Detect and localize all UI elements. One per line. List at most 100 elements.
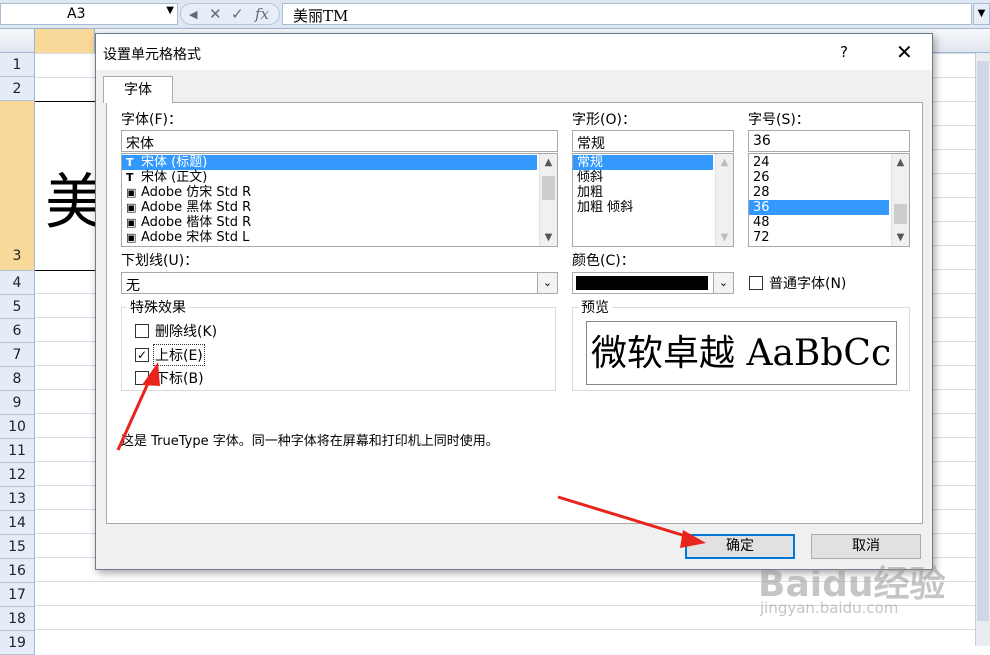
list-item[interactable]: 常规 — [573, 155, 713, 170]
cancel-icon[interactable]: ✕ — [209, 5, 222, 23]
row-header[interactable]: 10 — [0, 415, 35, 439]
font-list-scrollbar[interactable]: ▲ ▼ — [539, 154, 557, 246]
list-item-label: 24 — [753, 155, 770, 170]
list-item-label: Adobe 宋体 Std L — [141, 230, 250, 245]
font-tab-panel: 字体(F)： 宋体 T 宋体 (标题) T 宋体 (正文) ▣ Adobe 仿宋 Std … — [106, 102, 923, 524]
dialog-titlebar: 设置单元格格式 ? ✕ — [96, 34, 932, 70]
subscript-checkbox[interactable] — [135, 371, 149, 385]
list-item[interactable]: ▣ Adobe 黑体 Std R — [122, 200, 537, 215]
row-header[interactable]: 8 — [0, 367, 35, 391]
normal-font-label[interactable]: 普通字体(N) — [769, 273, 846, 293]
list-item[interactable]: ▣ Adobe 仿宋 Std R — [122, 185, 537, 200]
row-header[interactable]: 12 — [0, 463, 35, 487]
list-item[interactable]: 48 — [749, 215, 889, 230]
collapse-icon[interactable]: ◀ — [189, 8, 197, 21]
row-header[interactable]: 7 — [0, 343, 35, 367]
list-item[interactable]: 28 — [749, 185, 889, 200]
strikethrough-checkbox[interactable] — [135, 324, 149, 338]
list-item-label: 36 — [753, 200, 770, 215]
list-item[interactable]: 倾斜 — [573, 170, 713, 185]
style-list-scrollbar[interactable]: ▲ ▼ — [715, 154, 733, 246]
row-header[interactable]: 18 — [0, 607, 35, 631]
row-header[interactable]: 13 — [0, 487, 35, 511]
underline-label: 下划线(U)： — [121, 253, 199, 269]
row-header[interactable]: 17 — [0, 583, 35, 607]
effects-title: 特殊效果 — [127, 297, 189, 317]
list-item[interactable]: ▣ Adobe 宋体 Std L — [122, 230, 537, 245]
style-list[interactable]: 常规 倾斜 加粗 加粗 倾斜 ▲ ▼ — [572, 153, 734, 247]
color-select[interactable]: ⌄ — [572, 272, 734, 294]
list-item-label: 倾斜 — [577, 170, 604, 185]
strikethrough-label[interactable]: 删除线(K) — [155, 321, 217, 341]
font-file-icon: ▣ — [126, 186, 137, 199]
tab-font[interactable]: 字体 — [103, 76, 173, 103]
list-item-label: Adobe 仿宋 Std R — [141, 185, 252, 200]
superscript-checkbox[interactable]: ✓ — [135, 348, 149, 362]
scroll-up-icon[interactable]: ▲ — [892, 154, 909, 171]
row-header[interactable]: 6 — [0, 319, 35, 343]
expand-formula-icon[interactable]: ▼ — [973, 3, 990, 25]
list-item[interactable]: 24 — [749, 155, 889, 170]
row-header[interactable]: 9 — [0, 391, 35, 415]
row-header[interactable]: 11 — [0, 439, 35, 463]
list-item-label: 加粗 — [577, 185, 604, 200]
font-input[interactable]: 宋体 — [121, 130, 558, 152]
function-icon[interactable]: fx — [255, 5, 269, 23]
scroll-down-icon[interactable]: ▼ — [892, 229, 909, 246]
row-header[interactable]: 1 — [0, 53, 35, 77]
row-header[interactable]: 4 — [0, 271, 35, 295]
row-header[interactable]: 3 — [0, 101, 35, 271]
font-label: 字体(F)： — [121, 112, 182, 128]
formula-bar: A3 ▼ ◀ ✕ ✓ fx 美丽TM ▼ — [0, 0, 990, 29]
size-list-scrollbar[interactable]: ▲ ▼ — [891, 154, 909, 246]
list-item-label: 宋体 (标题) — [141, 155, 208, 170]
list-item[interactable]: 72 — [749, 230, 889, 245]
row-header[interactable]: 16 — [0, 559, 35, 583]
list-item-label: 常规 — [577, 155, 604, 170]
list-item[interactable]: T 宋体 (标题) — [122, 155, 537, 170]
chevron-down-icon[interactable]: ⌄ — [713, 273, 733, 293]
list-item[interactable]: 加粗 倾斜 — [573, 200, 713, 215]
chevron-down-icon[interactable]: ▼ — [166, 5, 174, 16]
list-item[interactable]: 36 — [749, 200, 889, 215]
normal-font-checkbox[interactable] — [749, 276, 763, 290]
list-item[interactable]: 26 — [749, 170, 889, 185]
list-item-label: 72 — [753, 230, 770, 245]
row-header[interactable]: 2 — [0, 77, 35, 101]
list-item-label: 宋体 (正文) — [141, 170, 208, 185]
font-list[interactable]: T 宋体 (标题) T 宋体 (正文) ▣ Adobe 仿宋 Std R ▣ Adobe 黑体… — [121, 153, 558, 247]
truetype-icon: T — [126, 171, 134, 184]
list-item[interactable]: T 宋体 (正文) — [122, 170, 537, 185]
close-icon[interactable]: ✕ — [896, 40, 913, 64]
cell-a3[interactable]: 美 — [35, 101, 105, 271]
list-item[interactable]: 加粗 — [573, 185, 713, 200]
list-item-label: 加粗 倾斜 — [577, 200, 634, 215]
vertical-scrollbar[interactable] — [975, 53, 990, 646]
help-icon[interactable]: ? — [840, 43, 848, 61]
scroll-down-icon[interactable]: ▼ — [540, 229, 557, 246]
scroll-down-icon[interactable]: ▼ — [716, 229, 733, 246]
scroll-up-icon[interactable]: ▲ — [716, 154, 733, 171]
size-label: 字号(S)： — [748, 112, 810, 128]
font-info-text: 这是 TrueType 字体。同一种字体将在屏幕和打印机上同时使用。 — [121, 434, 499, 449]
check-icon[interactable]: ✓ — [231, 5, 244, 23]
scroll-up-icon[interactable]: ▲ — [540, 154, 557, 171]
name-box[interactable]: A3 ▼ — [0, 3, 178, 25]
size-list[interactable]: 24 26 28 36 48 72 ▲ ▼ — [748, 153, 910, 247]
select-all-corner[interactable] — [0, 29, 35, 53]
subscript-label[interactable]: 下标(B) — [155, 368, 204, 388]
size-input[interactable]: 36 — [748, 130, 910, 152]
row-header[interactable]: 14 — [0, 511, 35, 535]
list-item[interactable]: ▣ Adobe 楷体 Std R — [122, 215, 537, 230]
chevron-down-icon[interactable]: ⌄ — [537, 273, 557, 293]
list-item-label: 26 — [753, 170, 770, 185]
underline-select[interactable]: 无 ⌄ — [121, 272, 558, 294]
style-input[interactable]: 常规 — [572, 130, 734, 152]
formula-input[interactable]: 美丽TM — [282, 3, 972, 25]
name-box-value: A3 — [67, 6, 86, 22]
superscript-label[interactable]: 上标(E) — [153, 344, 205, 366]
column-a-header[interactable] — [35, 29, 95, 53]
row-header[interactable]: 15 — [0, 535, 35, 559]
row-header[interactable]: 19 — [0, 631, 35, 655]
row-header[interactable]: 5 — [0, 295, 35, 319]
